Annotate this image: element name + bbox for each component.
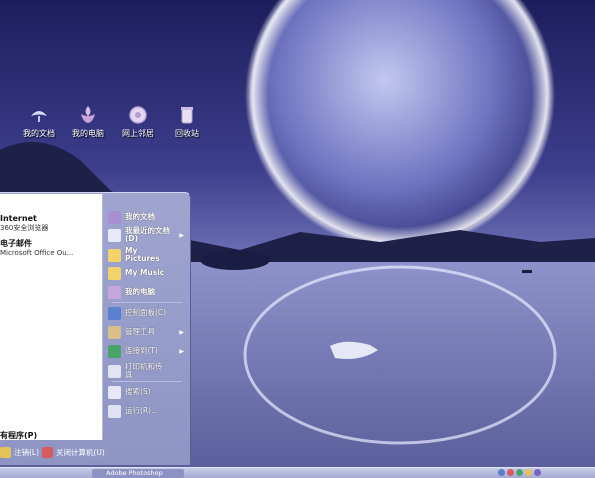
tray-network-icon[interactable] bbox=[498, 469, 505, 476]
folder-docs-icon bbox=[108, 210, 121, 224]
run-icon bbox=[108, 404, 121, 418]
start-menu-bottom-bar: 注销(L) 关闭计算机(U) bbox=[0, 441, 190, 465]
start-menu: Internet 360安全浏览器 电子邮件 Microsoft Office … bbox=[0, 192, 191, 465]
submenu-arrow-icon: ▶ bbox=[179, 347, 184, 355]
tray-volume-icon[interactable] bbox=[507, 469, 514, 476]
my-computer-icon bbox=[81, 106, 95, 123]
computer-icon bbox=[108, 285, 121, 299]
pinned-email[interactable]: 电子邮件 Microsoft Office Ou... bbox=[0, 238, 73, 257]
right-item-my-music[interactable]: My Music bbox=[108, 265, 186, 281]
recent-docs-icon bbox=[108, 228, 121, 242]
right-item-recent-documents[interactable]: 我最近的文档(D) ▶ bbox=[108, 225, 186, 245]
right-item-my-computer[interactable]: 我的电脑 bbox=[108, 284, 186, 300]
separator bbox=[112, 381, 182, 382]
right-item-search[interactable]: 搜索(S) bbox=[108, 384, 186, 400]
right-item-my-documents[interactable]: 我的文档 bbox=[108, 209, 186, 225]
pinned-internet[interactable]: Internet 360安全浏览器 bbox=[0, 214, 48, 233]
music-icon bbox=[108, 266, 121, 280]
submenu-arrow-icon: ▶ bbox=[179, 328, 184, 336]
logoff-button[interactable]: 注销(L) bbox=[0, 447, 39, 458]
admin-tools-icon bbox=[108, 325, 121, 339]
tray-security-icon[interactable] bbox=[516, 469, 523, 476]
shutdown-icon bbox=[42, 447, 53, 458]
network-places-icon bbox=[129, 106, 147, 124]
right-item-admin-tools[interactable]: 管理工具 ▶ bbox=[108, 324, 186, 340]
control-panel-icon bbox=[108, 306, 121, 320]
desktop-icon-recycle-bin[interactable]: 回收站 bbox=[161, 104, 213, 139]
printer-icon bbox=[108, 364, 121, 378]
right-item-my-pictures[interactable]: My Pictures bbox=[108, 245, 186, 265]
my-documents-icon bbox=[31, 111, 47, 122]
shutdown-button[interactable]: 关闭计算机(U) bbox=[42, 447, 105, 458]
connect-icon bbox=[108, 344, 121, 358]
desktop-icon-my-documents[interactable]: 我的文档 bbox=[13, 104, 65, 139]
right-item-connect-to[interactable]: 连接到(T) ▶ bbox=[108, 343, 186, 359]
separator bbox=[112, 302, 182, 303]
right-item-printers[interactable]: 打印机和传真 bbox=[108, 361, 186, 381]
logoff-icon bbox=[0, 447, 11, 458]
start-menu-left-pane: Internet 360安全浏览器 电子邮件 Microsoft Office … bbox=[0, 194, 103, 440]
desktop-icon-my-computer[interactable]: 我的电脑 bbox=[62, 104, 114, 139]
search-icon bbox=[108, 385, 121, 399]
tray-app-icon[interactable] bbox=[534, 469, 541, 476]
all-programs-button[interactable]: 有程序(P) bbox=[0, 430, 37, 441]
right-item-run[interactable]: 运行(R)... bbox=[108, 403, 186, 419]
recycle-bin-icon bbox=[181, 107, 193, 124]
submenu-arrow-icon: ▶ bbox=[179, 231, 184, 239]
desktop-icon-network[interactable]: 网上邻居 bbox=[112, 104, 164, 139]
pictures-icon bbox=[108, 248, 121, 262]
tray-update-icon[interactable] bbox=[525, 469, 532, 476]
right-item-control-panel[interactable]: 控制面板(C) bbox=[108, 305, 186, 321]
taskbar: Adobe Photoshop bbox=[0, 467, 595, 478]
